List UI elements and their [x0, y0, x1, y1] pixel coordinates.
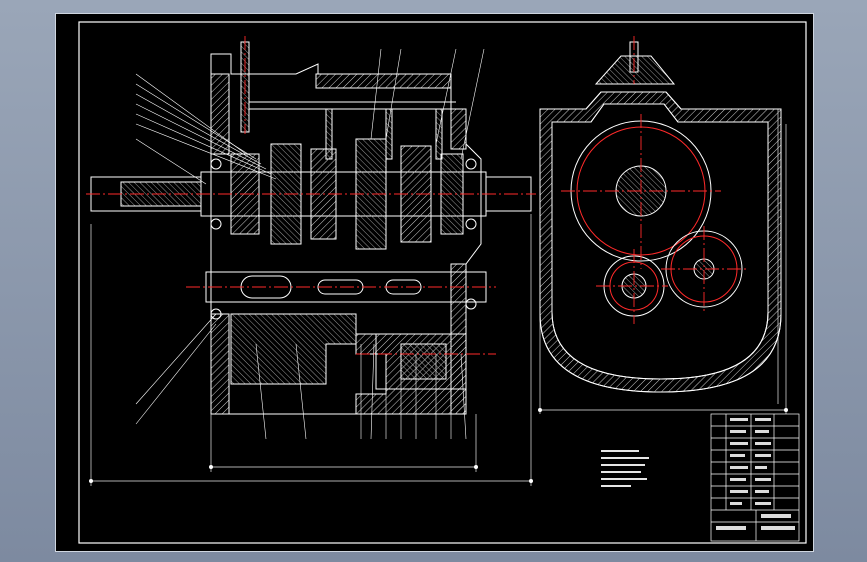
side-housing-inner	[551, 103, 769, 380]
dimension-lines	[90, 109, 787, 486]
side-housing-wall	[539, 91, 782, 393]
dimension-arrows	[89, 408, 788, 483]
top-cover	[315, 73, 452, 89]
side-housing-outer	[539, 91, 782, 393]
drawing-sheet	[55, 13, 814, 552]
left-wall-upper	[210, 73, 230, 155]
fork-3	[435, 108, 443, 160]
inner-frame	[78, 21, 807, 544]
title-block	[710, 413, 800, 542]
right-wall-upper	[450, 108, 467, 150]
bearing-ball	[210, 218, 222, 230]
shift-tower	[594, 55, 676, 85]
left-wall-lower	[210, 313, 230, 415]
cad-drawing	[78, 21, 807, 544]
bearing-ball	[210, 158, 222, 170]
bearing-housing-left	[230, 313, 357, 385]
reverse-idler-gear	[400, 343, 447, 380]
gearbox-side-view	[539, 41, 782, 393]
gearbox-section-view	[90, 41, 532, 415]
bearing-ball	[465, 158, 477, 170]
bearing-ball	[465, 218, 477, 230]
bearing-ball	[465, 298, 477, 310]
technical-notes	[601, 450, 649, 487]
